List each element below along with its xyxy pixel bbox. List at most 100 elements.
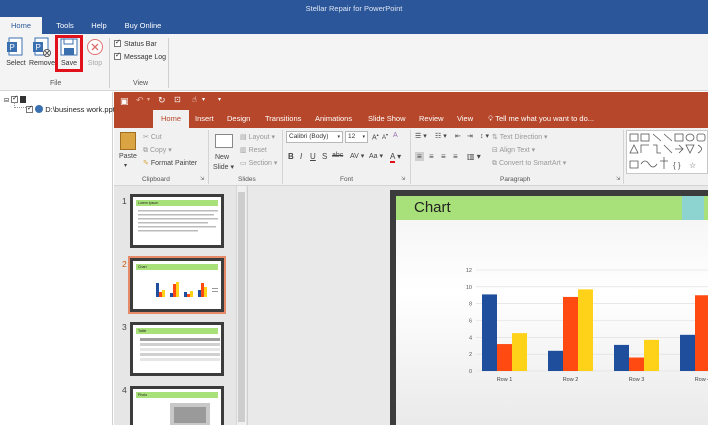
strikethrough-button[interactable]: abc <box>332 152 343 159</box>
font-color-button[interactable]: A ▾ <box>390 152 401 163</box>
dialog-launcher-icon[interactable]: ⇲ <box>616 176 620 182</box>
align-left-button[interactable]: ≡ <box>415 152 424 161</box>
shrink-font-button[interactable]: A▾ <box>382 132 388 141</box>
text-direction-icon: ⇅ <box>492 134 498 141</box>
select-button[interactable]: P Select <box>3 37 29 75</box>
tab-buy-online[interactable]: Buy Online <box>118 17 168 34</box>
line-spacing-button[interactable]: ↕ ▾ <box>480 132 489 140</box>
shadow-button[interactable]: S <box>322 152 327 161</box>
checkbox-icon[interactable] <box>26 104 33 113</box>
new-slide-icon[interactable] <box>215 134 233 148</box>
convert-smartart-button[interactable]: ⧉ Convert to SmartArt ▾ <box>492 159 566 168</box>
undo-icon[interactable]: ↶ <box>136 95 144 106</box>
char-spacing-button[interactable]: AV ▾ <box>350 152 364 160</box>
chart-bar[interactable] <box>497 344 512 371</box>
thumb-table-preview <box>140 338 220 361</box>
stop-button[interactable]: Stop <box>82 37 108 75</box>
align-center-button[interactable]: ≡ <box>429 152 434 161</box>
pp-tab-home[interactable]: Home <box>153 110 190 128</box>
chart-bar[interactable] <box>629 357 644 371</box>
justify-button[interactable]: ≡ <box>453 152 458 161</box>
text-direction-button[interactable]: ⇅ Text Direction ▾ <box>492 133 548 141</box>
font-size-select[interactable]: 12 ▾ <box>345 131 368 143</box>
pp-tab-animations[interactable]: Animations <box>315 110 352 128</box>
paste-clipboard-icon[interactable] <box>120 132 136 150</box>
touch-mode-icon[interactable]: ☝ <box>192 95 197 104</box>
chart-bar[interactable] <box>578 289 593 371</box>
pp-tab-transitions[interactable]: Transitions <box>265 110 301 128</box>
customize-qat-icon[interactable]: ▾ <box>218 96 221 103</box>
dialog-launcher-icon[interactable]: ⇲ <box>200 176 204 182</box>
new-slide-label[interactable]: Slide ▾ <box>213 163 234 171</box>
y-tick-label: 12 <box>466 268 472 274</box>
new-slide-button[interactable]: New <box>215 154 229 161</box>
pp-tab-design[interactable]: Design <box>227 110 250 128</box>
current-slide[interactable]: Chart 0 2 4 6 8 10 12 Row 1 Row 2 Row 3 Row 4 <box>390 190 708 425</box>
slide-thumbnail[interactable]: Table <box>130 322 224 376</box>
bold-button[interactable]: B <box>288 152 294 161</box>
tell-me-box[interactable]: 💡︎ Tell me what you want to do... <box>488 110 594 128</box>
pp-tab-slide-show[interactable]: Slide Show <box>368 110 406 128</box>
tab-home[interactable]: Home <box>0 17 42 34</box>
chart-bar[interactable] <box>563 296 578 371</box>
align-right-button[interactable]: ≡ <box>441 152 446 161</box>
slide-thumbnail[interactable]: Photo <box>130 386 224 425</box>
numbering-button[interactable]: ☷ ▾ <box>435 132 447 140</box>
pp-tab-view[interactable]: View <box>457 110 473 128</box>
tab-help[interactable]: Help <box>84 17 114 34</box>
slideshow-icon[interactable]: ⊡ <box>174 95 181 104</box>
align-text-button[interactable]: ⊟ Align Text ▾ <box>492 146 535 154</box>
powerpoint-preview: ▣ ↶ ▾ ↻ ⊡ ☝ ▾ ▾ Home Insert Design Trans… <box>114 92 708 425</box>
decrease-indent-button[interactable]: ⇤ <box>455 132 461 140</box>
reset-button[interactable]: ▥ Reset <box>240 146 267 154</box>
pp-tab-review[interactable]: Review <box>419 110 444 128</box>
chart-bar[interactable] <box>644 339 659 371</box>
chart-bar[interactable] <box>548 350 563 371</box>
chart-bar[interactable] <box>614 344 629 371</box>
touch-dropdown-icon[interactable]: ▾ <box>202 96 205 103</box>
tree-file-name: D:\business work.ppt <box>45 105 115 114</box>
cut-button[interactable]: ✂ Cut <box>143 133 162 141</box>
bar-chart[interactable]: 0 2 4 6 8 10 12 Row 1 Row 2 Row 3 Row 4 <box>456 262 708 402</box>
reset-icon: ▥ <box>240 147 247 154</box>
save-icon[interactable]: ▣ <box>120 96 129 107</box>
chart-bar[interactable] <box>695 295 708 371</box>
increase-indent-button[interactable]: ⇥ <box>467 132 473 140</box>
lightbulb-icon: 💡︎ <box>488 114 494 123</box>
chart-bar[interactable] <box>482 294 497 371</box>
paste-dropdown-icon[interactable]: ▾ <box>124 162 127 169</box>
dialog-launcher-icon[interactable]: ⇲ <box>401 176 405 182</box>
text-direction-label: Text Direction <box>499 134 543 141</box>
pp-tab-insert[interactable]: Insert <box>195 110 214 128</box>
font-color-icon: A <box>390 152 395 163</box>
change-case-button[interactable]: Aa ▾ <box>369 152 383 160</box>
remove-button[interactable]: P Remove <box>29 37 55 75</box>
slide-thumbnail[interactable]: Lorem ipsum <box>130 194 224 248</box>
message-log-checkbox[interactable]: Message Log <box>114 51 166 61</box>
columns-button[interactable]: ▥ ▾ <box>467 152 481 161</box>
tree-file-row[interactable]: D:\business work.ppt <box>26 104 115 114</box>
scrollbar-thumb[interactable] <box>238 192 245 422</box>
bullets-button[interactable]: ☰ ▾ <box>415 132 427 140</box>
grow-font-button[interactable]: A▴ <box>372 132 379 141</box>
main-ribbon: P Select P Remove Save Stop File Status … <box>0 34 708 91</box>
shapes-gallery[interactable]: { } ☆ <box>626 130 708 174</box>
format-painter-button[interactable]: ✎ Format Painter <box>143 159 197 167</box>
tab-tools[interactable]: Tools <box>50 17 80 34</box>
paste-button[interactable]: Paste <box>119 153 137 160</box>
clear-formatting-button[interactable]: A <box>393 132 398 139</box>
underline-button[interactable]: U <box>310 152 316 161</box>
thumbnail-scrollbar[interactable] <box>236 186 246 425</box>
copy-button[interactable]: ⧉ Copy ▾ <box>143 146 172 155</box>
slide-thumbnail-selected[interactable]: Chart <box>128 256 226 314</box>
undo-dropdown-icon[interactable]: ▾ <box>147 96 150 103</box>
layout-button[interactable]: ▤ Layout ▾ <box>240 133 275 141</box>
italic-button[interactable]: I <box>300 152 302 161</box>
chart-bar[interactable] <box>680 334 695 371</box>
font-name-select[interactable]: Calibri (Body) ▾ <box>286 131 343 143</box>
repeat-icon[interactable]: ↻ <box>158 95 166 106</box>
section-button[interactable]: ▭ Section ▾ <box>240 159 277 167</box>
status-bar-checkbox[interactable]: Status Bar <box>114 38 157 48</box>
chart-bar[interactable] <box>512 333 527 371</box>
collapse-icon[interactable]: ⊟ <box>4 98 9 104</box>
